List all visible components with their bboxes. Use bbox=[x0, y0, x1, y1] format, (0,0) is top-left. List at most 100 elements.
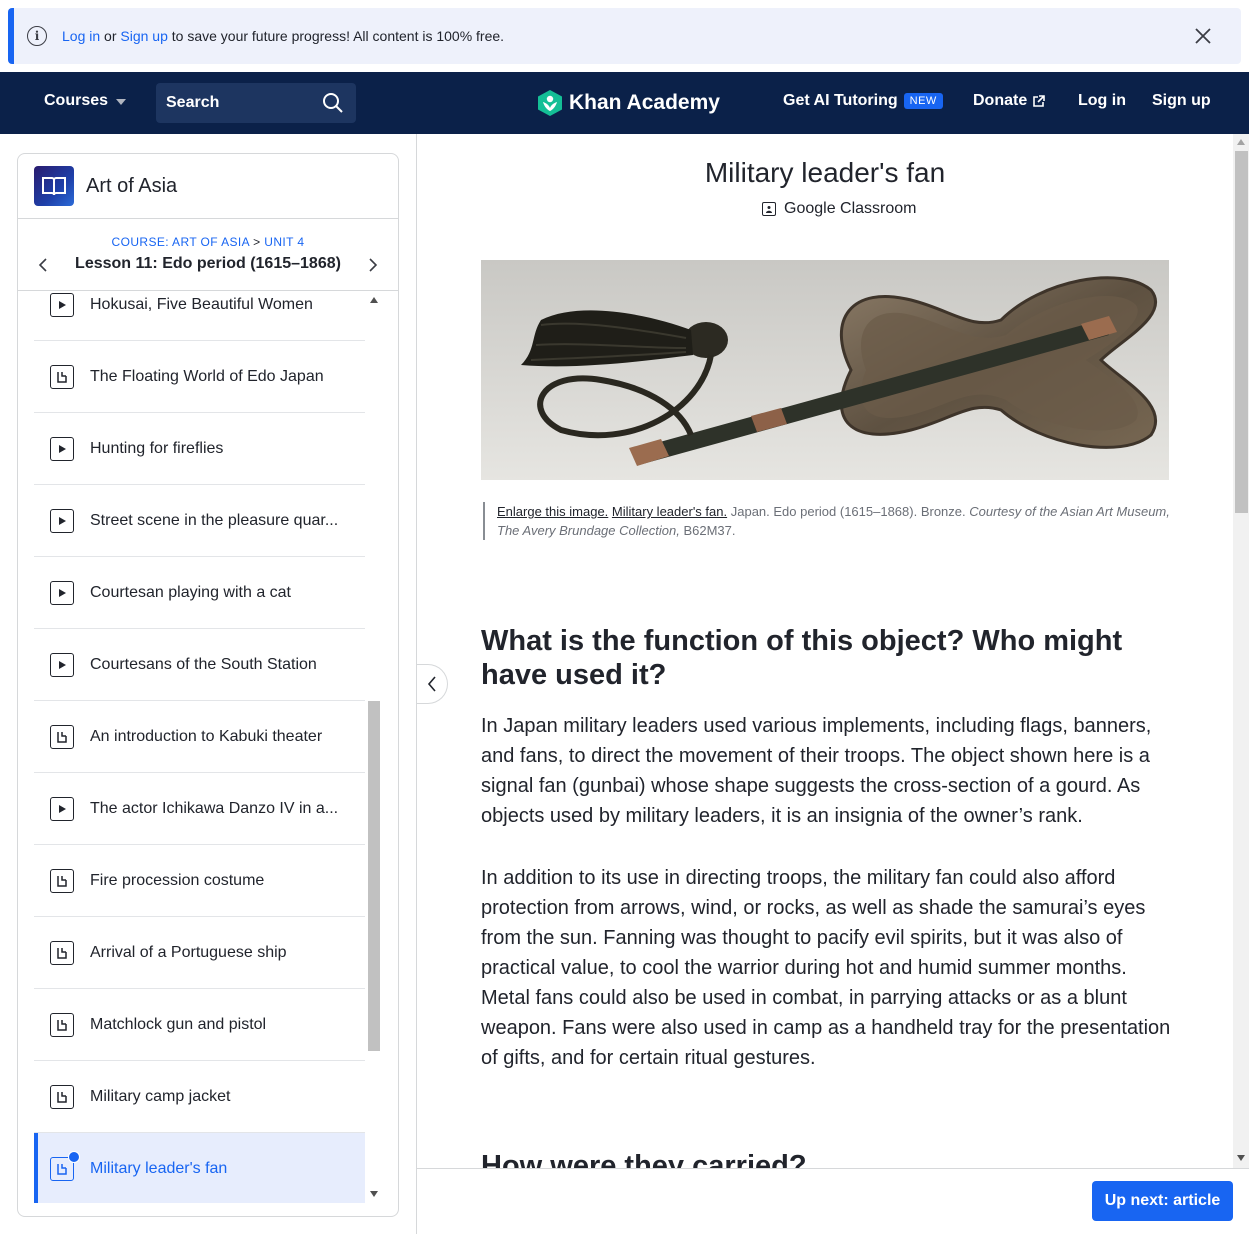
sidebar-item-label: Military leader's fan bbox=[90, 1159, 228, 1177]
sidebar-item[interactable]: Hokusai, Five Beautiful Women bbox=[34, 291, 365, 341]
sidebar-item[interactable]: Hunting for fireflies bbox=[34, 413, 365, 485]
sidebar-item[interactable]: Matchlock gun and pistol bbox=[34, 989, 365, 1061]
sidebar-item-label: Street scene in the pleasure quar... bbox=[90, 511, 339, 529]
course-title: Art of Asia bbox=[86, 174, 178, 197]
new-badge: NEW bbox=[903, 93, 943, 109]
sidebar-item[interactable]: The Floating World of Edo Japan bbox=[34, 341, 365, 413]
article-icon bbox=[50, 940, 74, 965]
scroll-up-icon[interactable] bbox=[370, 297, 378, 303]
search-input[interactable]: Search bbox=[156, 83, 356, 123]
article-icon bbox=[50, 1084, 74, 1109]
course-header[interactable]: Art of Asia bbox=[18, 154, 398, 219]
article-scrollbar[interactable] bbox=[1233, 134, 1249, 1168]
sidebar-item-label: The Floating World of Edo Japan bbox=[90, 367, 324, 385]
sidebar-item[interactable]: Courtesan playing with a cat bbox=[34, 557, 365, 629]
article-title: Military leader's fan bbox=[704, 157, 946, 188]
banner-signup-link[interactable]: Sign up bbox=[120, 28, 167, 44]
breadcrumb-separator: > bbox=[253, 235, 261, 249]
sidebar-item[interactable]: Courtesans of the South Station bbox=[34, 629, 365, 701]
sidebar-item[interactable]: Military camp jacket bbox=[34, 1061, 365, 1133]
sidebar-item[interactable]: Arrival of a Portuguese ship bbox=[34, 917, 365, 989]
breadcrumb-course[interactable]: COURSE: ART OF ASIA bbox=[112, 235, 250, 249]
article-icon bbox=[50, 1012, 74, 1037]
video-play-icon bbox=[50, 580, 74, 605]
sidebar-item-label: Hokusai, Five Beautiful Women bbox=[90, 295, 313, 313]
banner-or-text: or bbox=[104, 28, 117, 44]
ai-tutoring-link[interactable]: Get AI Tutoring NEW bbox=[783, 92, 943, 110]
video-play-icon bbox=[50, 796, 74, 821]
article-footer: Up next: article bbox=[417, 1168, 1249, 1234]
header-signup-link[interactable]: Sign up bbox=[1152, 92, 1211, 110]
sidebar-item-label: The actor Ichikawa Danzo IV in a... bbox=[90, 799, 339, 817]
up-next-button[interactable]: Up next: article bbox=[1092, 1181, 1233, 1221]
lesson-header: COURSE: ART OF ASIA > UNIT 4 Lesson 11: … bbox=[18, 219, 398, 291]
ai-tutoring-label: Get AI Tutoring bbox=[783, 92, 898, 109]
caption-title-link[interactable]: Military leader's fan. bbox=[612, 504, 727, 519]
article-icon bbox=[50, 364, 74, 389]
sidebar-item-label: Military camp jacket bbox=[90, 1087, 231, 1105]
video-play-icon bbox=[50, 292, 74, 317]
sidebar-scrollbar-thumb[interactable] bbox=[368, 701, 380, 1051]
sidebar-scrollbar[interactable] bbox=[366, 291, 382, 1203]
close-icon[interactable] bbox=[1191, 24, 1215, 48]
sidebar-item[interactable]: Street scene in the pleasure quar... bbox=[34, 485, 365, 557]
sidebar-item-label: Arrival of a Portuguese ship bbox=[90, 943, 287, 961]
article-icon bbox=[50, 724, 74, 749]
article-icon bbox=[50, 868, 74, 893]
chevron-right-icon[interactable] bbox=[368, 257, 378, 278]
completed-check-icon bbox=[68, 1150, 80, 1163]
scroll-down-icon[interactable] bbox=[370, 1191, 378, 1197]
article-content: Military leader's fan Google Classroom E… bbox=[416, 134, 1249, 1234]
signup-banner: i Log in or Sign up to save your future … bbox=[8, 8, 1241, 64]
military-fan-image[interactable] bbox=[481, 260, 1169, 480]
sidebar-item[interactable]: An introduction to Kabuki theater bbox=[34, 701, 365, 773]
sidebar-item[interactable]: Military leader's fan bbox=[34, 1133, 365, 1203]
top-navigation: Courses Search Khan Academy Get AI Tutor… bbox=[0, 72, 1249, 134]
sidebar-item-label: Fire procession costume bbox=[90, 871, 265, 889]
donate-label: Donate bbox=[973, 92, 1028, 109]
info-icon: i bbox=[27, 26, 47, 46]
scroll-down-icon[interactable] bbox=[1237, 1155, 1245, 1161]
google-classroom-label: Google Classroom bbox=[784, 200, 917, 217]
paragraph-function: In Japan military leaders used various i… bbox=[481, 715, 1152, 827]
sidebar-item-label: Courtesans of the South Station bbox=[90, 655, 317, 673]
breadcrumb: COURSE: ART OF ASIA > UNIT 4 bbox=[18, 235, 398, 249]
search-placeholder: Search bbox=[166, 94, 220, 111]
donate-link[interactable]: Donate bbox=[973, 92, 1046, 110]
google-classroom-button[interactable]: Google Classroom bbox=[762, 200, 917, 218]
sidebar-item[interactable]: Fire procession costume bbox=[34, 845, 365, 917]
video-play-icon bbox=[50, 508, 74, 533]
enlarge-image-link[interactable]: Enlarge this image. bbox=[497, 504, 608, 519]
section-heading-carried: How were they carried? bbox=[481, 1150, 807, 1169]
search-icon[interactable] bbox=[322, 92, 344, 119]
sidebar-item[interactable]: The actor Ichikawa Danzo IV in a... bbox=[34, 773, 365, 845]
courses-label: Courses bbox=[44, 92, 109, 109]
scroll-up-icon[interactable] bbox=[1237, 139, 1245, 145]
chevron-left-icon[interactable] bbox=[38, 257, 48, 278]
sidebar-item-label: Courtesan playing with a cat bbox=[90, 583, 291, 601]
external-link-icon bbox=[1033, 94, 1046, 107]
khan-academy-logo-icon bbox=[538, 90, 562, 116]
khan-academy-logo[interactable]: Khan Academy bbox=[537, 89, 720, 117]
courses-menu-button[interactable]: Courses bbox=[44, 92, 127, 110]
chevron-down-icon bbox=[116, 99, 127, 105]
book-icon bbox=[34, 166, 74, 206]
paragraph-uses: In addition to its use in directing troo… bbox=[481, 867, 1171, 1069]
caption-details: Japan. Edo period (1615–1868). Bronze. bbox=[730, 504, 966, 519]
banner-message: Log in or Sign up to save your future pr… bbox=[62, 28, 504, 44]
breadcrumb-unit[interactable]: UNIT 4 bbox=[264, 235, 304, 249]
article-icon bbox=[50, 1150, 80, 1181]
sidebar-item-label: Hunting for fireflies bbox=[90, 439, 224, 457]
sidebar-item-label: An introduction to Kabuki theater bbox=[90, 727, 323, 745]
course-sidebar: Art of Asia COURSE: ART OF ASIA > UNIT 4… bbox=[17, 153, 399, 1217]
caption-accession: B62M37. bbox=[683, 523, 736, 538]
video-play-icon bbox=[50, 652, 74, 677]
lesson-content-list: Hokusai, Five Beautiful Women The Floatin… bbox=[34, 291, 365, 1203]
header-login-link[interactable]: Log in bbox=[1078, 92, 1126, 110]
article-scrollbar-thumb[interactable] bbox=[1235, 151, 1248, 513]
banner-login-link[interactable]: Log in bbox=[62, 28, 100, 44]
video-play-icon bbox=[50, 436, 74, 461]
banner-text: to save your future progress! All conten… bbox=[171, 28, 505, 44]
lesson-title: Lesson 11: Edo period (1615–1868) bbox=[75, 255, 341, 272]
logo-text: Khan Academy bbox=[569, 91, 720, 114]
